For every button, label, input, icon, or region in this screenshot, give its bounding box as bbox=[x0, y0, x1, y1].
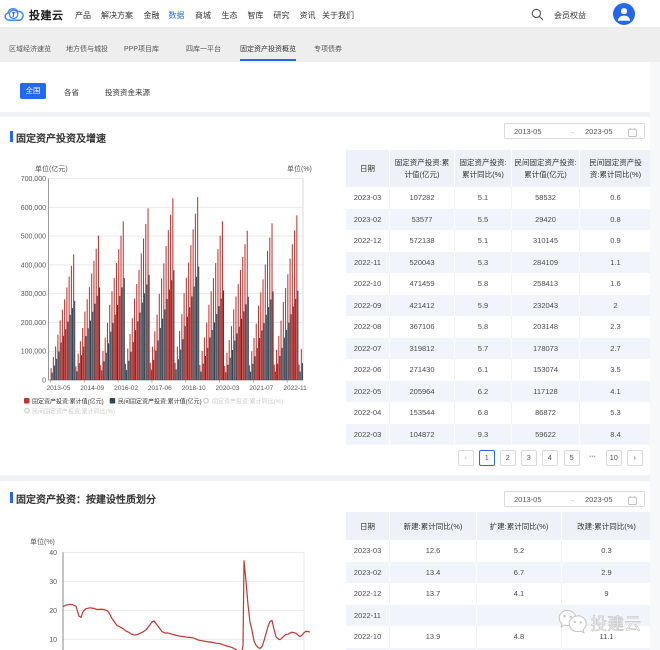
svg-text:10: 10 bbox=[49, 637, 57, 644]
svg-text:民间固定资产投资:累计同比(%): 民间固定资产投资:累计同比(%) bbox=[32, 407, 115, 415]
svg-text:2016-02: 2016-02 bbox=[114, 385, 138, 392]
svg-text:投建云: 投建云 bbox=[591, 615, 642, 634]
svg-text:0: 0 bbox=[42, 378, 46, 385]
svg-text:500,000: 500,000 bbox=[21, 234, 46, 241]
svg-text:200,000: 200,000 bbox=[21, 320, 46, 327]
svg-text:2013-05: 2013-05 bbox=[46, 385, 70, 392]
svg-text:2017-06: 2017-06 bbox=[148, 385, 172, 392]
svg-text:2018-10: 2018-10 bbox=[182, 385, 206, 392]
svg-text:固定资产投资:累计同比(%): 固定资产投资:累计同比(%) bbox=[212, 397, 283, 405]
svg-text:民间固定资产投资:累计值(亿元): 民间固定资产投资:累计值(亿元) bbox=[118, 397, 202, 405]
svg-text:单位(%): 单位(%) bbox=[287, 164, 312, 173]
svg-text:2014-09: 2014-09 bbox=[80, 385, 104, 392]
svg-text:固定资产投资:累计值(亿元): 固定资产投资:累计值(亿元) bbox=[32, 397, 104, 405]
svg-text:单位(亿元): 单位(亿元) bbox=[35, 164, 68, 173]
svg-text:40: 40 bbox=[49, 550, 57, 557]
svg-text:30: 30 bbox=[49, 579, 57, 586]
svg-text:单位(%): 单位(%) bbox=[30, 537, 55, 546]
svg-text:100,000: 100,000 bbox=[21, 349, 46, 356]
svg-text:700,000: 700,000 bbox=[21, 176, 46, 183]
svg-text:600,000: 600,000 bbox=[21, 205, 46, 212]
svg-text:2021-07: 2021-07 bbox=[249, 385, 273, 392]
svg-text:2020-03: 2020-03 bbox=[216, 385, 240, 392]
svg-text:2022-11: 2022-11 bbox=[283, 385, 307, 392]
svg-text:20: 20 bbox=[49, 608, 57, 615]
svg-text:300,000: 300,000 bbox=[21, 291, 46, 298]
svg-text:400,000: 400,000 bbox=[21, 262, 46, 269]
